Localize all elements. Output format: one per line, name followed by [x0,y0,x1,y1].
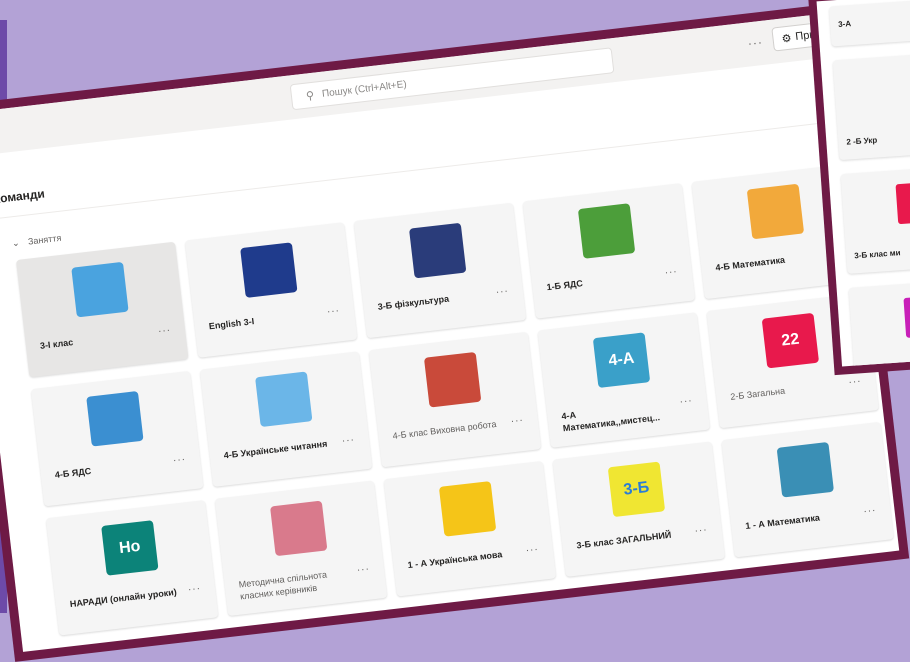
teams-window: ⚲ Пошук (Ctrl+Alt+E) ··· ⚙ Прис ▣ Команд… [0,12,900,652]
team-card[interactable]: 4-Б Українське читання ··· [199,351,373,487]
chevron-down-icon: ⌄ [11,237,21,249]
team-name: 3-І клас [39,337,74,351]
team-card[interactable]: 4-А 4-А Математика,,мистец... ··· [537,312,711,448]
team-card[interactable]: 3-Б фізкультура ··· [353,202,527,339]
team-avatar-tile-1 [903,295,910,338]
team-image-11 [270,500,328,557]
team-image-13: 3-Б [607,461,666,518]
team-more-options-icon[interactable]: ··· [356,564,370,576]
team-avatar-tile-0 [895,181,910,225]
more-options-button[interactable]: ··· [747,35,764,51]
team-name: 4-Б Українське читання [223,438,328,461]
teams-grid: 3-І клас ··· English 3-І ··· 3-Б фізкуль… [15,163,894,636]
team-name: НАРАДИ (онлайн уроки) [69,586,178,610]
team-more-options-icon[interactable]: ··· [326,305,340,317]
team-name: 4-А Математика,,мистец... [561,409,661,434]
section-label: Заняття [27,232,62,247]
team-more-options-icon[interactable]: ··· [172,454,186,466]
teams-window-frame: ⚲ Пошук (Ctrl+Alt+E) ··· ⚙ Прис ▣ Команд… [0,2,910,662]
team-more-options-icon[interactable]: ··· [863,505,877,517]
team-card[interactable]: 3 [848,278,910,367]
team-name: 1 - А Українська мова [407,549,503,571]
team-card[interactable]: 3-А [828,0,910,47]
team-name: 4-Б клас Виховна робота [392,419,497,441]
team-card[interactable]: 2 -Б Укр [832,51,910,161]
section-header-zanyattya[interactable]: ⌄ Заняття [11,233,61,250]
team-image-1 [240,242,298,298]
team-more-options-icon[interactable]: ··· [341,434,355,446]
team-card[interactable]: Но НАРАДИ (онлайн уроки) ··· [45,499,219,636]
team-name: 1 - А Математика [744,512,821,532]
team-image-4 [746,183,805,240]
second-teams-window: 3-А 2 -Б Укр 3-Б клас ми 3 [816,0,910,367]
search-input[interactable]: ⚲ Пошук (Ctrl+Alt+E) [289,47,615,111]
team-image-14 [776,441,835,498]
team-image-2 [408,222,467,279]
team-image-6 [255,371,313,428]
team-image-0 [71,261,129,318]
join-team-icon: ⚙ [780,32,793,46]
team-name: Методична спільнота класних керівників [238,569,328,602]
team-more-options-icon[interactable]: ··· [187,583,201,595]
team-image-10: Но [101,520,159,576]
team-name: 1-Б ЯДС [546,278,584,293]
search-icon: ⚲ [305,89,315,103]
team-more-options-icon[interactable]: ··· [525,544,539,556]
team-more-options-icon[interactable]: ··· [510,415,524,427]
team-name: 2-Б Загальна [729,385,786,402]
team-more-options-icon[interactable]: ··· [679,395,693,407]
team-more-options-icon[interactable]: ··· [694,524,708,536]
team-name: 3-А [837,19,852,29]
team-card[interactable]: 3-І клас ··· [15,241,189,378]
search-placeholder: Пошук (Ctrl+Alt+E) [321,78,408,100]
page-title: Команди [0,186,46,207]
team-image-3 [577,203,636,259]
team-image-12 [438,481,497,537]
team-name: 3-Б клас ЗАГАЛЬНИЙ [575,529,672,551]
team-card[interactable]: 3-Б 3-Б клас ЗАГАЛЬНИЙ ··· [552,441,725,577]
team-card[interactable]: 1 - А Українська мова ··· [383,460,557,597]
team-card[interactable]: 3-Б клас ми [840,165,910,274]
team-more-options-icon[interactable]: ··· [158,325,172,337]
team-name: 4-Б ЯДС [54,465,92,481]
team-card[interactable]: Методична спільнота класних керівників ·… [214,480,388,617]
team-card[interactable]: 4-Б ЯДС ··· [30,370,204,507]
team-more-options-icon[interactable]: ··· [664,266,678,278]
team-more-options-icon[interactable]: ··· [495,286,509,298]
team-image-7 [423,351,482,408]
team-card[interactable]: 1-Б ЯДС ··· [522,183,696,319]
team-more-options-icon[interactable]: ··· [848,376,862,388]
team-image-8: 4-А [592,332,651,388]
team-card[interactable]: English 3-І ··· [184,222,358,358]
team-card[interactable]: 1 - А Математика ··· [721,421,894,558]
team-name: 3-Б клас ми [854,248,901,261]
team-image-9: 22 [761,312,820,369]
team-image-5 [86,390,144,447]
team-name: English 3-І [208,316,255,332]
team-name: 3-Б фізкультура [377,293,450,312]
team-name: 4-Б Математика [714,254,786,273]
team-name: 2 -Б Укр [846,135,878,147]
team-card[interactable]: 4-Б клас Виховна робота ··· [368,331,542,468]
